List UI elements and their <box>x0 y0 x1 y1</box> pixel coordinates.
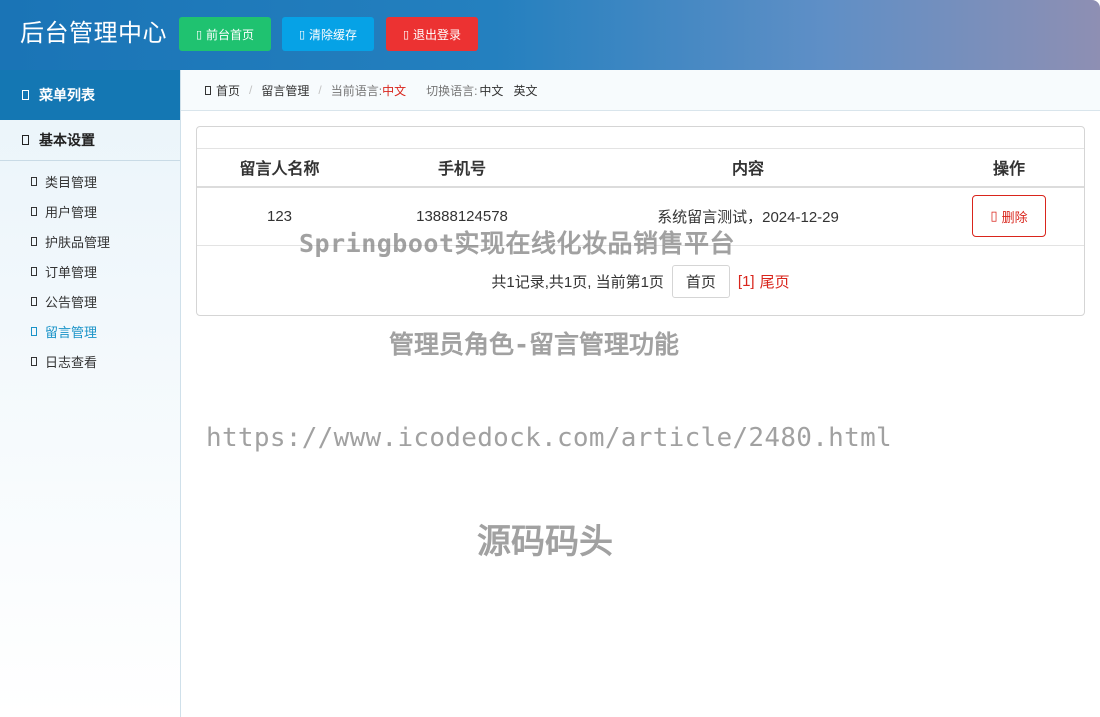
home-icon: ▯ <box>195 28 203 41</box>
cell-content: 系统留言测试，2024-12-29 <box>562 186 934 246</box>
watermark-subtitle: 管理员角色-留言管理功能 <box>389 330 680 359</box>
breadcrumb-current[interactable]: 留言管理 <box>261 82 309 99</box>
current-page-link[interactable]: [1] <box>738 273 755 290</box>
front-home-label: 前台首页 <box>206 27 255 42</box>
current-language-value: 中文 <box>382 83 407 98</box>
sidebar-item-label: 留言管理 <box>45 324 98 340</box>
pagination: 共1记录,共1页, 当前第1页 首页 [1] 尾页 <box>197 264 1084 298</box>
pagination-summary: 共1记录,共1页, 当前第1页 <box>491 273 664 291</box>
breadcrumb-separator: / <box>249 83 253 97</box>
sidebar-item-label: 订单管理 <box>45 264 98 280</box>
table-row: 123 13888124578 系统留言测试，2024-12-29 ▯ 删除 <box>197 186 1084 246</box>
breadcrumb-separator: / <box>318 83 322 97</box>
bullet-icon <box>31 266 37 276</box>
delete-button[interactable]: ▯ 删除 <box>972 195 1046 238</box>
breadcrumb: 首页 / 留言管理 / 当前语言: 中文 切换语言: 中文 英文 <box>181 70 1100 111</box>
basic-settings-section[interactable]: 基本设置 <box>0 120 180 161</box>
column-header-content: 内容 <box>562 148 934 188</box>
current-language-label: 当前语言: <box>330 83 383 98</box>
column-header-name: 留言人名称 <box>197 148 362 188</box>
home-icon <box>205 85 211 95</box>
delete-label: 删除 <box>1001 209 1028 225</box>
bullet-icon <box>31 356 37 366</box>
column-header-phone: 手机号 <box>362 148 562 188</box>
sidebar-item-category[interactable]: 类目管理 <box>0 166 180 196</box>
trash-icon: ▯ <box>990 208 998 224</box>
first-page-button[interactable]: 首页 <box>671 264 730 298</box>
settings-icon <box>22 135 29 145</box>
top-header: 后台管理中心 ▯ 前台首页 ▯ 清除缓存 ▯ 退出登录 <box>0 0 1100 70</box>
table-header-row: 留言人名称 手机号 内容 操作 <box>197 148 1084 188</box>
sidebar-item-label: 类目管理 <box>45 174 98 190</box>
sidebar-item-label: 护肤品管理 <box>45 234 111 250</box>
watermark-brand: 源码码头 <box>477 522 613 562</box>
sidebar-item-notices[interactable]: 公告管理 <box>0 286 180 316</box>
bullet-icon <box>31 236 37 246</box>
bullet-icon <box>31 176 37 186</box>
front-home-button[interactable]: ▯ 前台首页 <box>179 17 271 51</box>
switch-language-label: 切换语言: <box>426 83 478 98</box>
basic-settings-title: 基本设置 <box>39 132 95 148</box>
language-chinese-link[interactable]: 中文 <box>479 82 503 99</box>
bullet-icon <box>31 206 37 216</box>
sidebar-item-label: 日志查看 <box>45 354 98 370</box>
logout-button[interactable]: ▯ 退出登录 <box>386 17 478 51</box>
cell-action: ▯ 删除 <box>934 186 1084 246</box>
sidebar-item-label: 公告管理 <box>45 294 98 310</box>
power-icon: ▯ <box>402 28 410 41</box>
sidebar-item-logs[interactable]: 日志查看 <box>0 346 180 376</box>
sidebar-item-users[interactable]: 用户管理 <box>0 196 180 226</box>
sidebar-nav: 类目管理 用户管理 护肤品管理 订单管理 公告管理 留言管理 日志查看 <box>0 161 180 376</box>
bullet-icon <box>31 296 37 306</box>
watermark-url: https://www.icodedock.com/article/2480.h… <box>206 423 892 453</box>
breadcrumb-home[interactable]: 首页 <box>205 82 240 99</box>
message-table-panel: 留言人名称 手机号 内容 操作 123 13888124578 系统留言测试，2… <box>196 126 1085 316</box>
column-header-action: 操作 <box>934 148 1084 188</box>
cell-phone: 13888124578 <box>362 186 562 246</box>
cell-name: 123 <box>197 186 362 246</box>
menu-list-title: 菜单列表 <box>39 87 95 103</box>
sidebar-item-messages[interactable]: 留言管理 <box>0 316 180 346</box>
logout-label: 退出登录 <box>413 27 462 42</box>
sidebar-item-orders[interactable]: 订单管理 <box>0 256 180 286</box>
clear-cache-button[interactable]: ▯ 清除缓存 <box>282 17 374 51</box>
refresh-icon: ▯ <box>298 28 306 41</box>
bullet-icon <box>31 326 37 336</box>
message-table: 留言人名称 手机号 内容 操作 123 13888124578 系统留言测试，2… <box>197 148 1084 246</box>
brand-title: 后台管理中心 <box>20 20 167 47</box>
sidebar-item-skincare[interactable]: 护肤品管理 <box>0 226 180 256</box>
breadcrumb-home-label: 首页 <box>216 83 241 98</box>
menu-list-header[interactable]: 菜单列表 <box>0 70 180 120</box>
sidebar: 菜单列表 基本设置 类目管理 用户管理 护肤品管理 订单管理 公告管理 留言管理 <box>0 70 181 717</box>
sidebar-item-label: 用户管理 <box>45 204 98 220</box>
language-english-link[interactable]: 英文 <box>513 82 537 99</box>
last-page-link[interactable]: 尾页 <box>760 271 790 292</box>
list-icon <box>22 90 29 100</box>
clear-cache-label: 清除缓存 <box>309 27 358 42</box>
